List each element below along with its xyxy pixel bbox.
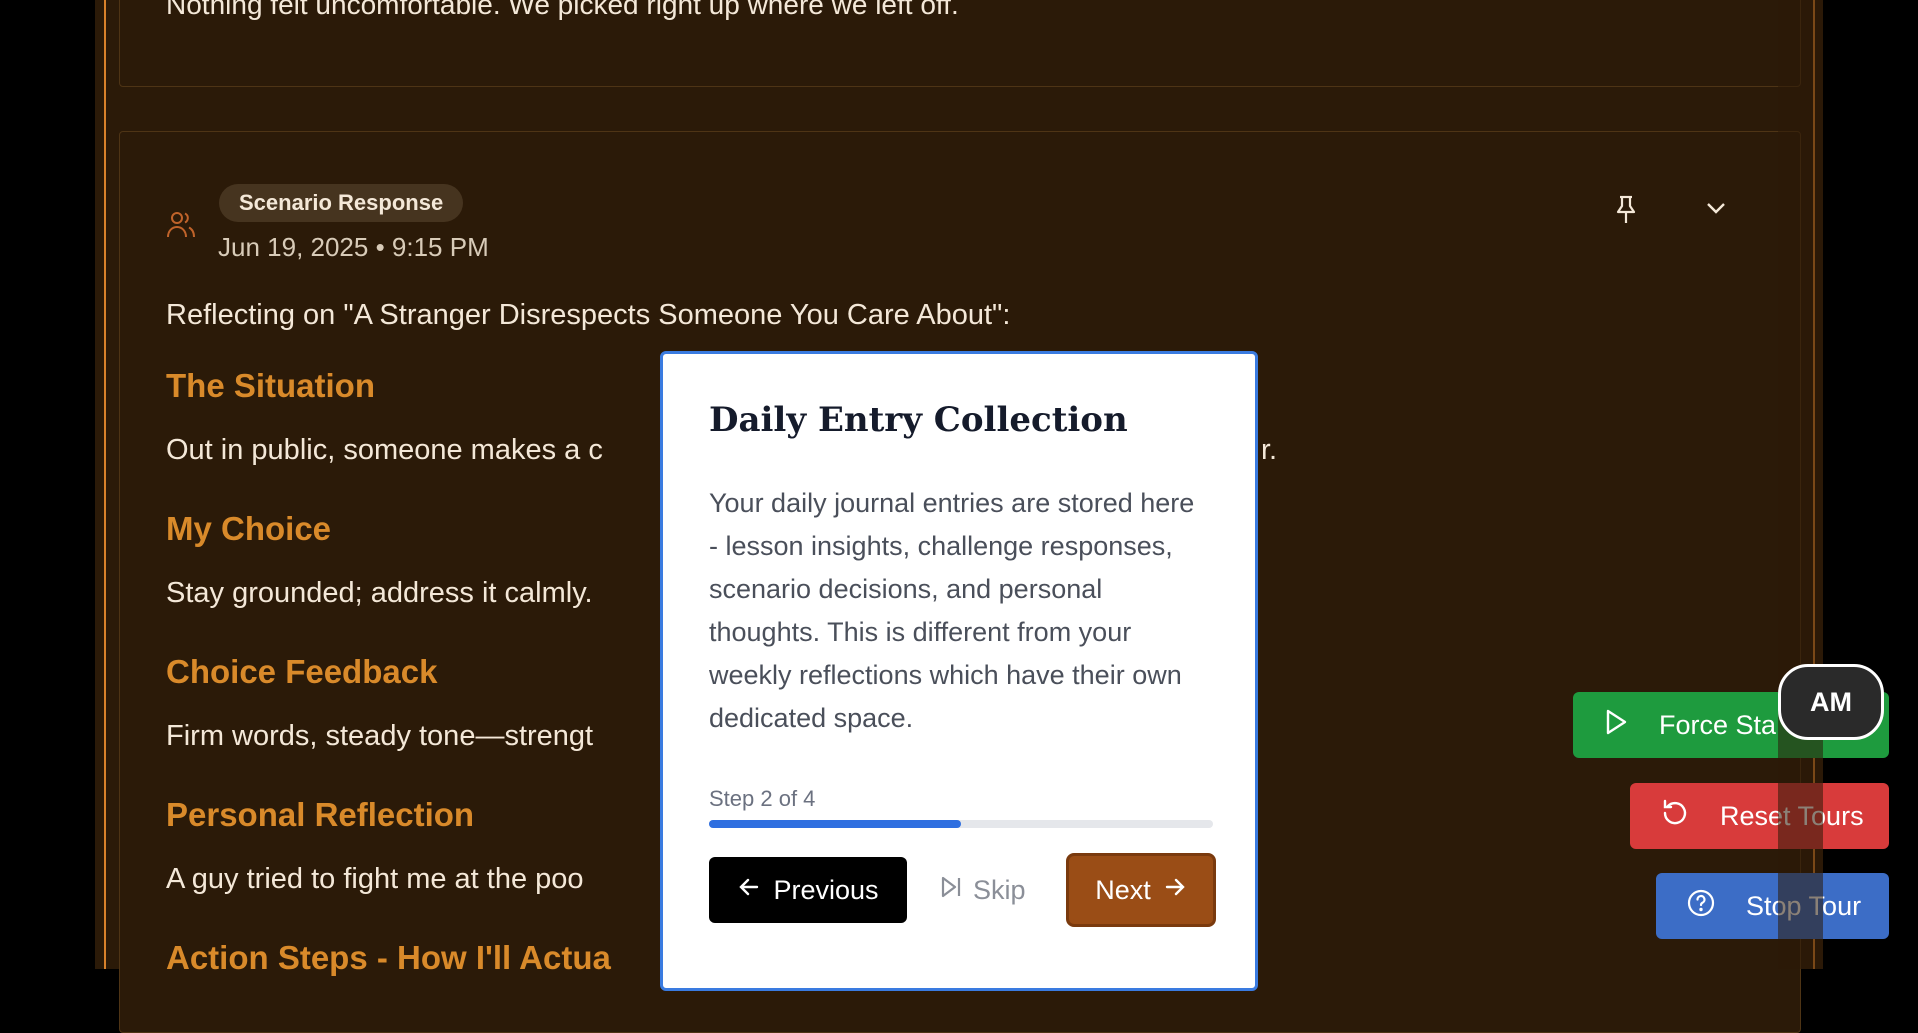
- arrow-left-icon: [737, 875, 761, 906]
- situation-text-tail: r.: [1261, 434, 1278, 466]
- rotate-ccw-icon: [1660, 798, 1690, 835]
- action-steps-heading: Action Steps - How I'll Actua: [166, 939, 611, 976]
- help-circle-icon: [1686, 888, 1716, 925]
- skip-forward-icon: [939, 874, 963, 907]
- tour-step-label: Step 2 of 4: [709, 786, 816, 811]
- entry-date: Jun 19, 2025 • 9:15 PM: [218, 232, 489, 262]
- stop-tour-button[interactable]: Stop Tour: [1656, 873, 1889, 939]
- column-border-left: [104, 0, 106, 969]
- reset-tours-label: Reset Tours: [1720, 800, 1864, 831]
- pin-icon[interactable]: [1612, 194, 1640, 231]
- tour-skip-button[interactable]: Skip: [939, 857, 1026, 923]
- previous-entry-text: Nothing felt uncomfortable. We picked ri…: [166, 0, 959, 20]
- next-label: Next: [1095, 874, 1151, 905]
- play-icon: [1603, 708, 1629, 743]
- tour-previous-button[interactable]: Previous: [709, 857, 907, 923]
- chevron-down-icon[interactable]: [1704, 200, 1728, 221]
- reflection-text: A guy tried to fight me at the poo: [166, 863, 584, 895]
- tour-title: Daily Entry Collection: [709, 400, 1128, 440]
- reflection-heading: Personal Reflection: [166, 796, 475, 833]
- entry-intro: Reflecting on "A Stranger Disrespects So…: [166, 299, 1011, 331]
- choice-text: Stay grounded; address it calmly.: [166, 577, 593, 609]
- previous-entry-card: Nothing felt uncomfortable. We picked ri…: [119, 0, 1801, 87]
- avatar[interactable]: AM: [1778, 664, 1884, 740]
- tour-body: Your daily journal entries are stored he…: [709, 488, 1195, 733]
- feedback-heading: Choice Feedback: [166, 653, 438, 690]
- force-start-label: Force Sta: [1659, 709, 1777, 740]
- tour-dialog: Daily Entry Collection Your daily journa…: [660, 351, 1258, 991]
- situation-text: Out in public, someone makes a c: [166, 434, 603, 466]
- entry-type-badge: Scenario Response: [219, 184, 464, 222]
- skip-label: Skip: [973, 874, 1026, 905]
- feedback-text: Firm words, steady tone—strengt: [166, 720, 594, 752]
- reset-tours-button[interactable]: Reset Tours: [1630, 783, 1889, 849]
- tour-progress-fill: [709, 820, 961, 828]
- choice-heading: My Choice: [166, 510, 332, 547]
- previous-label: Previous: [773, 874, 879, 905]
- tour-progress-track: [709, 820, 1213, 828]
- arrow-right-icon: [1163, 875, 1187, 906]
- situation-heading: The Situation: [166, 367, 375, 404]
- stop-tour-label: Stop Tour: [1746, 890, 1862, 921]
- tour-next-button[interactable]: Next: [1066, 853, 1216, 927]
- users-icon: [166, 209, 196, 246]
